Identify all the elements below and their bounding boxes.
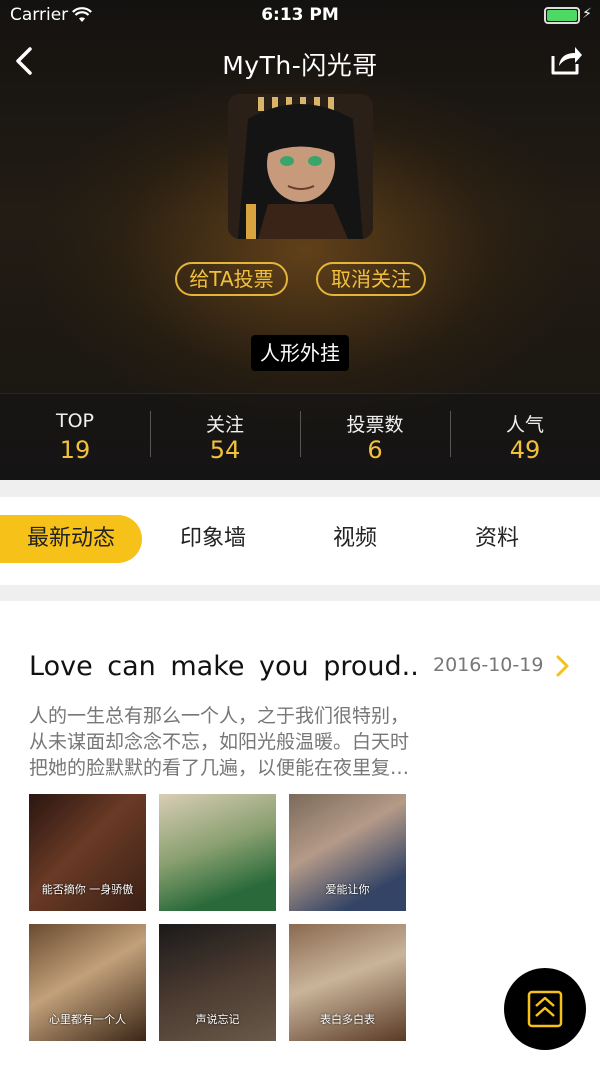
post-photo[interactable]: 表白多白表 — [289, 924, 406, 1041]
post-excerpt: 人的一生总有那么一个人，之于我们很特别， 从未谋面却念念不忘，如阳光般温暖。白天… — [29, 703, 449, 781]
charging-icon: ⚡ — [582, 6, 592, 22]
stat-label: TOP — [55, 410, 95, 432]
tab-profile[interactable]: 资料 — [447, 515, 547, 563]
post-photo[interactable]: 能否摘你 一身骄傲 — [29, 794, 146, 911]
status-bar: Carrier 6:13 PM ⚡ — [0, 0, 600, 32]
photo-caption: 爱能让你 — [325, 883, 370, 896]
photo-caption: 心里都有一个人 — [49, 1013, 126, 1026]
stat-votes[interactable]: 投票数 6 — [300, 394, 450, 481]
title-tag: 人形外挂 — [251, 335, 349, 371]
clock: 6:13 PM — [261, 5, 339, 25]
stat-popularity[interactable]: 人气 49 — [450, 394, 600, 481]
scroll-top-button[interactable] — [504, 968, 586, 1050]
post-excerpt-line: 把她的脸默默的看了几遍，以便能在夜里复… — [29, 757, 410, 779]
chevron-right-icon[interactable] — [554, 653, 572, 679]
vote-button[interactable]: 给TA投票 — [175, 262, 288, 296]
stat-value: 49 — [509, 436, 541, 464]
profile-header: Carrier 6:13 PM ⚡ MyTh-闪光哥 给TA投票 取消关注 人形… — [0, 0, 600, 480]
stat-follow[interactable]: 关注 54 — [150, 394, 300, 481]
post-photo[interactable]: 声说忘记 — [159, 924, 276, 1041]
stat-top[interactable]: TOP 19 — [0, 394, 150, 481]
post-title[interactable]: Love can make you proud... — [29, 651, 419, 682]
battery-icon — [544, 7, 580, 24]
stat-value: 6 — [367, 436, 383, 464]
stat-label: 投票数 — [346, 414, 404, 436]
tab-latest[interactable]: 最新动态 — [0, 515, 142, 563]
tab-impression-wall[interactable]: 印象墙 — [158, 515, 268, 563]
section-gap — [0, 480, 600, 497]
photo-caption: 表白多白表 — [320, 1013, 375, 1026]
post-photo[interactable]: 心里都有一个人 — [29, 924, 146, 1041]
post-photo[interactable] — [159, 794, 276, 911]
stat-label: 人气 — [505, 414, 544, 436]
stat-value: 19 — [59, 436, 91, 464]
share-icon[interactable] — [550, 44, 584, 76]
photo-caption: 能否摘你 一身骄傲 — [41, 883, 134, 896]
scroll-top-icon — [527, 990, 563, 1028]
post-excerpt-line: 从未谋面却念念不忘，如阳光般温暖。白天时 — [29, 731, 410, 753]
stat-label: 关注 — [205, 414, 244, 436]
post-excerpt-line: 人的一生总有那么一个人，之于我们很特别， — [29, 705, 410, 727]
post-photo[interactable]: 爱能让你 — [289, 794, 406, 911]
avatar[interactable] — [228, 94, 373, 239]
photo-caption: 声说忘记 — [195, 1013, 240, 1026]
tab-bar: 最新动态 印象墙 视频 资料 — [0, 497, 600, 585]
tab-videos[interactable]: 视频 — [305, 515, 405, 563]
stats-bar: TOP 19 关注 54 投票数 6 人气 49 — [0, 393, 600, 480]
page-title: MyTh-闪光哥 — [222, 51, 378, 80]
section-gap — [0, 585, 600, 601]
post-date: 2016-10-19 — [433, 654, 544, 676]
avatar-image — [228, 94, 373, 239]
unfollow-button[interactable]: 取消关注 — [316, 262, 426, 296]
stat-value: 54 — [209, 436, 241, 464]
